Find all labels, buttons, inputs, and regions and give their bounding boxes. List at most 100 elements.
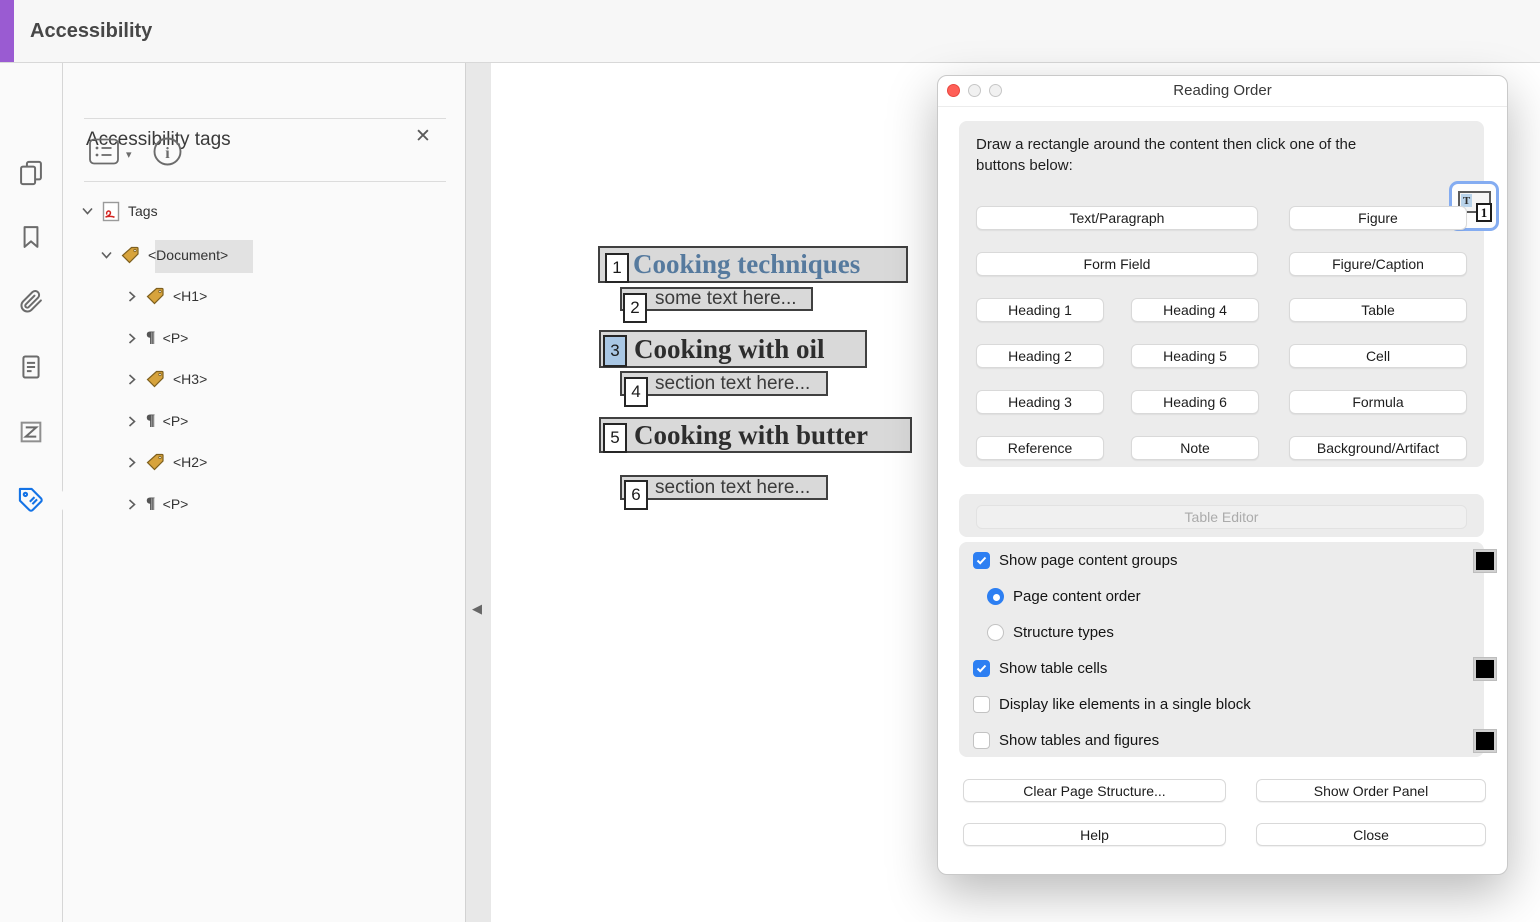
tree-row-p1[interactable]: ¶ <P> <box>126 325 188 351</box>
tree-label: Tags <box>128 203 158 219</box>
form-field-button[interactable]: Form Field <box>976 252 1258 276</box>
formula-button[interactable]: Formula <box>1289 390 1467 414</box>
accessibility-tag-icon[interactable] <box>17 486 45 514</box>
text-paragraph-button[interactable]: Text/Paragraph <box>976 206 1258 230</box>
table-editor-group: Table Editor <box>959 494 1484 537</box>
clear-page-structure-button[interactable]: Clear Page Structure... <box>963 779 1226 802</box>
content-group-h2[interactable]: Cooking with butter <box>599 417 912 453</box>
content-order-icon[interactable] <box>17 418 45 446</box>
option-page-content-order[interactable]: Page content order <box>987 588 1141 605</box>
svg-text:i: i <box>165 145 170 162</box>
tree-row-h1[interactable]: <H1> <box>126 283 207 309</box>
tag-icon <box>121 246 140 264</box>
heading-text: Cooking with butter <box>634 420 868 451</box>
chevron-down-icon[interactable] <box>100 249 113 261</box>
chevron-right-icon[interactable] <box>126 415 138 428</box>
order-badge[interactable]: 2 <box>623 293 647 323</box>
content-groups-color-swatch[interactable] <box>1474 550 1496 572</box>
tree-row-h2[interactable]: <H2> <box>126 449 207 475</box>
checkbox[interactable] <box>973 660 990 677</box>
content-group-h1[interactable]: Cooking techniques <box>598 246 908 283</box>
checkbox[interactable] <box>973 732 990 749</box>
checkbox[interactable] <box>973 696 990 713</box>
heading-3-button[interactable]: Heading 3 <box>976 390 1104 414</box>
accessibility-tags-panel: Accessibility tags ✕ ▾ i <box>63 63 465 922</box>
reference-button[interactable]: Reference <box>976 436 1104 460</box>
table-editor-button[interactable]: Table Editor <box>976 505 1467 529</box>
show-order-panel-button[interactable]: Show Order Panel <box>1256 779 1486 802</box>
pdf-file-icon <box>102 201 120 222</box>
heading-1-button[interactable]: Heading 1 <box>976 298 1104 322</box>
help-button[interactable]: Help <box>963 823 1226 846</box>
option-show-tables-and-figures[interactable]: Show tables and figures <box>973 732 1159 749</box>
order-number: 3 <box>610 341 619 361</box>
note-button[interactable]: Note <box>1131 436 1259 460</box>
option-display-like-elements[interactable]: Display like elements in a single block <box>973 696 1251 713</box>
content-group-p3[interactable]: section text here... <box>620 475 828 500</box>
heading-6-button[interactable]: Heading 6 <box>1131 390 1259 414</box>
attachments-icon[interactable] <box>17 287 45 315</box>
option-label: Page content order <box>1013 588 1141 605</box>
bookmarks-icon[interactable] <box>17 223 45 251</box>
heading-4-button[interactable]: Heading 4 <box>1131 298 1259 322</box>
tree-row-p2[interactable]: ¶ <P> <box>126 408 188 434</box>
tag-icon <box>146 453 165 471</box>
document-icon[interactable] <box>17 353 45 381</box>
order-badge[interactable]: 3 <box>603 335 627 367</box>
tables-figures-color-swatch[interactable] <box>1474 730 1496 752</box>
tree-label: <P> <box>163 330 189 346</box>
info-circle-icon[interactable]: i <box>152 136 183 172</box>
close-button[interactable]: Close <box>1256 823 1486 846</box>
body-text: some text here... <box>655 288 797 310</box>
table-cells-color-swatch[interactable] <box>1474 658 1496 680</box>
figure-caption-button[interactable]: Figure/Caption <box>1289 252 1467 276</box>
option-structure-types[interactable]: Structure types <box>987 624 1114 641</box>
tree-row-document[interactable]: <Document> <box>100 242 228 268</box>
radio-button[interactable] <box>987 588 1004 605</box>
chevron-down-icon[interactable]: ▾ <box>126 148 132 161</box>
chevron-right-icon[interactable] <box>126 498 138 511</box>
collapse-panel-icon[interactable]: ◀ <box>472 601 482 617</box>
chevron-right-icon[interactable] <box>126 290 138 303</box>
list-menu-icon[interactable] <box>88 137 120 171</box>
divider <box>84 118 446 119</box>
order-number: 6 <box>631 485 640 505</box>
table-button[interactable]: Table <box>1289 298 1467 322</box>
tree-row-tags[interactable]: Tags <box>81 198 158 224</box>
order-badge[interactable]: 4 <box>624 377 648 407</box>
order-badge[interactable]: 1 <box>605 253 629 283</box>
dialog-title: Reading Order <box>938 76 1507 106</box>
tree-label: <P> <box>163 413 189 429</box>
heading-text: Cooking with oil <box>634 334 825 365</box>
close-icon[interactable]: ✕ <box>415 125 431 148</box>
purple-accent-bar <box>0 0 14 62</box>
close-window-icon[interactable] <box>947 84 960 97</box>
tree-row-p3[interactable]: ¶ <P> <box>126 491 188 517</box>
option-show-table-cells[interactable]: Show table cells <box>973 660 1107 677</box>
mode-icon-number: 1 <box>1476 203 1492 222</box>
order-badge[interactable]: 5 <box>603 423 627 453</box>
panel-resize-strip[interactable]: ◀ <box>465 63 492 922</box>
dialog-titlebar[interactable]: Reading Order <box>938 76 1507 107</box>
radio-button[interactable] <box>987 624 1004 641</box>
content-group-p1[interactable]: some text here... <box>620 287 813 311</box>
background-artifact-button[interactable]: Background/Artifact <box>1289 436 1467 460</box>
order-badge[interactable]: 6 <box>624 480 648 510</box>
pages-icon[interactable] <box>17 159 45 187</box>
cell-button[interactable]: Cell <box>1289 344 1467 368</box>
heading-2-button[interactable]: Heading 2 <box>976 344 1104 368</box>
tree-row-h3[interactable]: <H3> <box>126 366 207 392</box>
figure-button[interactable]: Figure <box>1289 206 1467 230</box>
heading-5-button[interactable]: Heading 5 <box>1131 344 1259 368</box>
checkbox[interactable] <box>973 552 990 569</box>
chevron-right-icon[interactable] <box>126 373 138 386</box>
option-label: Show page content groups <box>999 552 1177 569</box>
content-group-p2[interactable]: section text here... <box>620 371 828 396</box>
chevron-right-icon[interactable] <box>126 456 138 469</box>
chevron-down-icon[interactable] <box>81 205 94 217</box>
content-group-h3[interactable]: Cooking with oil <box>599 330 867 368</box>
tree-label: <H2> <box>173 454 207 470</box>
chevron-right-icon[interactable] <box>126 332 138 345</box>
option-show-page-content-groups[interactable]: Show page content groups <box>973 552 1177 569</box>
option-label: Structure types <box>1013 624 1114 641</box>
